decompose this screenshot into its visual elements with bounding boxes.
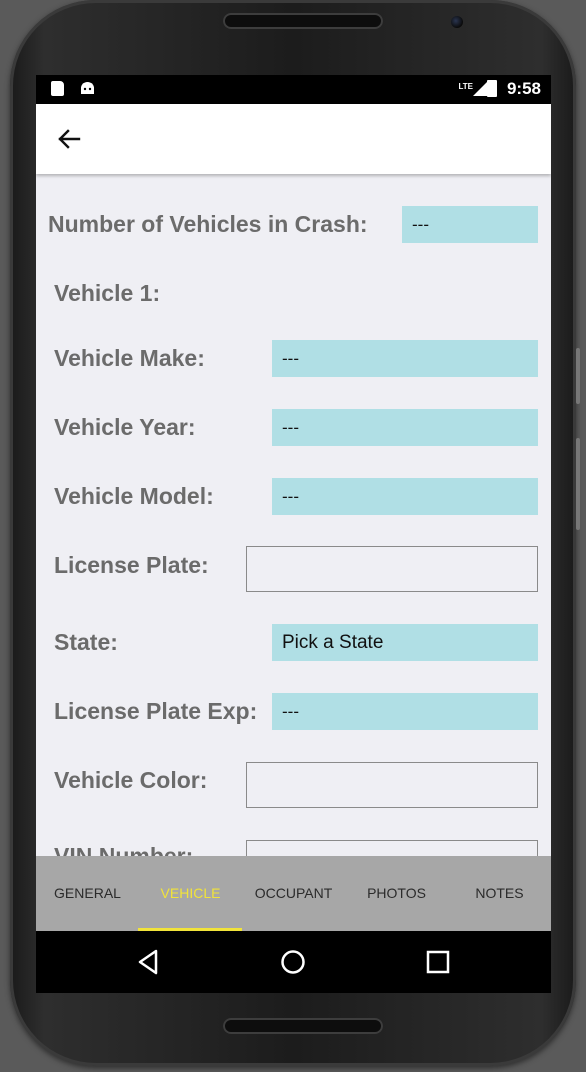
vehicle-form: Number of Vehicles in Crash: --- Vehicle… [36,176,551,856]
vehicle-model-field[interactable]: --- [272,478,538,515]
tab-general[interactable]: GENERAL [36,856,139,931]
tab-occupant[interactable]: OCCUPANT [242,856,345,931]
circle-home-icon[interactable] [276,945,310,979]
status-bar: LTE 9:58 [36,75,551,104]
vehicle-year-field[interactable]: --- [272,409,538,446]
arrow-left-icon[interactable] [56,126,82,152]
app-toolbar [36,104,551,174]
android-icon [81,82,94,94]
vehicle-make-field[interactable]: --- [272,340,538,377]
tab-vehicle[interactable]: VEHICLE [139,856,242,931]
earpiece-speaker [223,13,383,29]
bottom-speaker [223,1018,383,1034]
vin-number-input[interactable] [246,840,538,856]
license-plate-input[interactable] [246,546,538,592]
num-vehicles-field[interactable]: --- [402,206,538,243]
license-plate-label: License Plate: [54,552,209,578]
vehicle-year-label: Vehicle Year: [54,414,196,440]
vehicle-heading: Vehicle 1: [54,280,161,306]
vin-number-label: VIN Number: [54,843,194,856]
sd-card-icon [51,81,64,96]
vehicle-color-input[interactable] [246,762,538,808]
vehicle-make-label: Vehicle Make: [54,345,205,371]
tab-photos[interactable]: PHOTOS [345,856,448,931]
tab-notes[interactable]: NOTES [448,856,551,931]
vehicle-model-label: Vehicle Model: [54,483,214,509]
front-camera [451,16,463,28]
square-recents-icon[interactable] [421,945,455,979]
power-button [576,438,580,530]
volume-button [576,348,580,404]
system-nav-bar [36,931,551,993]
battery-charging-icon [487,80,497,97]
vehicle-color-label: Vehicle Color: [54,767,208,793]
plate-exp-field[interactable]: --- [272,693,538,730]
state-label: State: [54,629,118,655]
status-time: 9:58 [506,79,541,98]
screen: LTE 9:58 Number of Vehicles in Crash: --… [36,75,551,993]
state-select[interactable]: Pick a State [272,624,538,661]
lte-label: LTE [458,82,473,91]
tab-bar: GENERAL VEHICLE OCCUPANT PHOTOS NOTES [36,856,551,931]
num-vehicles-label: Number of Vehicles in Crash: [48,211,368,237]
triangle-back-icon[interactable] [132,945,166,979]
plate-exp-label: License Plate Exp: [54,698,258,724]
